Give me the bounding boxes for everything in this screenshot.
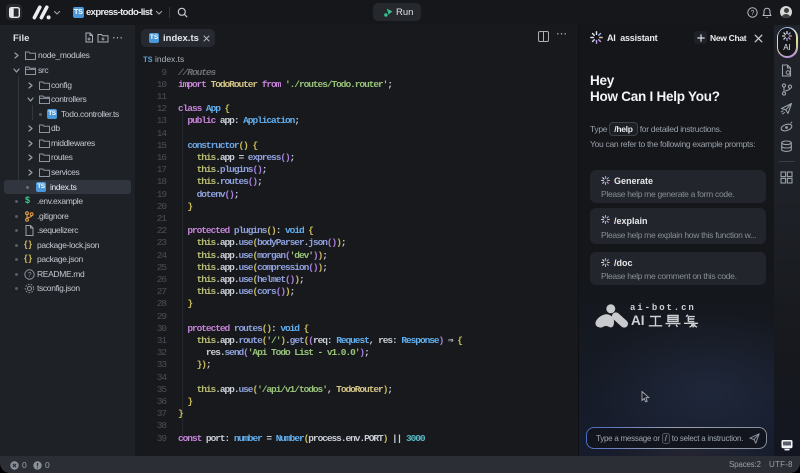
svg-text:?: ? — [28, 272, 32, 279]
svg-text:?: ? — [751, 10, 755, 17]
